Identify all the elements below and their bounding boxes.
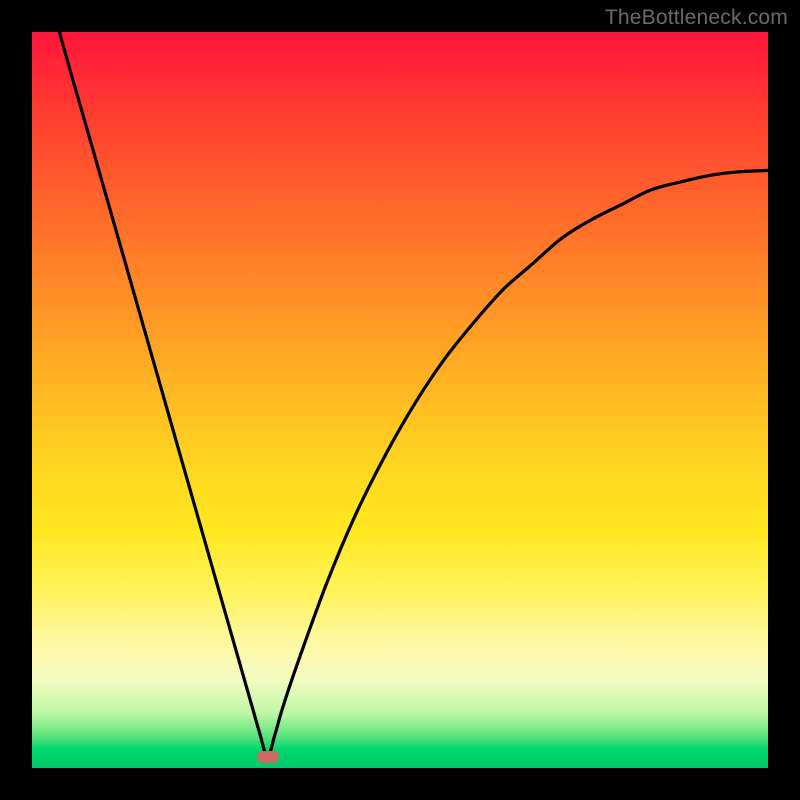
watermark-text: TheBottleneck.com (605, 6, 788, 30)
chart-frame: TheBottleneck.com (0, 0, 800, 800)
min-marker (257, 751, 279, 763)
curve-svg (32, 32, 768, 768)
plot-area (32, 32, 768, 768)
bottleneck-curve (32, 32, 768, 757)
